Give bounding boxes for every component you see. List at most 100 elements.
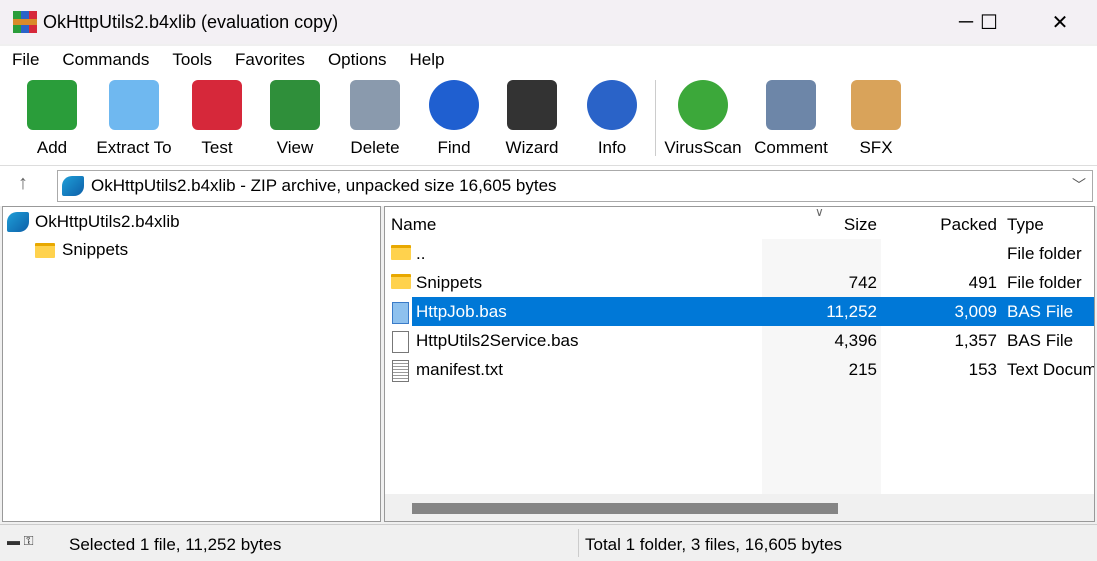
text-file-icon xyxy=(392,360,409,382)
tree-item-label: OkHttpUtils2.b4xlib xyxy=(35,212,180,231)
file-name: Snippets xyxy=(416,273,483,292)
toolbar-add-button[interactable]: Add xyxy=(10,80,94,158)
menu-help[interactable]: Help xyxy=(398,46,456,74)
folder-tree: OkHttpUtils2.b4xlib Snippets xyxy=(2,206,381,522)
toolbar-extract-to-button[interactable]: Extract To xyxy=(92,80,176,158)
table-row[interactable]: .. File folder xyxy=(385,239,1094,268)
toolbar-label: Find xyxy=(437,138,471,157)
file-packed: 153 xyxy=(968,360,997,379)
toolbar-virusscan-button[interactable]: VirusScan xyxy=(661,80,745,158)
toolbar-info-button[interactable]: Info xyxy=(570,80,654,158)
virus-scan-icon xyxy=(678,80,728,130)
tree-item-snippets[interactable]: Snippets xyxy=(35,237,128,263)
file-type: Text Document xyxy=(1007,360,1094,379)
maximize-button[interactable]: ☐ xyxy=(966,0,1012,44)
up-folder-icon[interactable]: ↑ xyxy=(18,172,28,195)
status-divider xyxy=(578,529,579,557)
window-title: OkHttpUtils2.b4xlib (evaluation copy) xyxy=(43,11,339,32)
file-type: BAS File xyxy=(1007,302,1074,321)
toolbar-find-button[interactable]: Find xyxy=(412,80,496,158)
toolbar-label: View xyxy=(276,138,314,157)
list-header: Name ∨ Size Packed Type xyxy=(385,206,1094,239)
table-row[interactable]: Snippets 742 491 File folder xyxy=(385,268,1094,297)
status-total: Total 1 folder, 3 files, 16,605 bytes xyxy=(585,535,843,554)
address-text: OkHttpUtils2.b4xlib - ZIP archive, unpac… xyxy=(91,176,557,195)
info-icon xyxy=(587,80,637,130)
test-clipboard-icon xyxy=(192,80,242,130)
status-selection: Selected 1 file, 11,252 bytes xyxy=(69,535,282,554)
horizontal-scrollbar[interactable] xyxy=(385,494,1094,521)
sort-chevron-icon: ∨ xyxy=(815,206,824,219)
toolbar-label: Test xyxy=(201,138,233,157)
file-packed: 1,357 xyxy=(954,331,997,350)
chevron-down-icon[interactable]: ﹀ xyxy=(1072,175,1086,195)
folder-icon xyxy=(35,242,55,258)
column-header-packed[interactable]: Packed xyxy=(940,215,997,235)
column-header-name[interactable]: Name xyxy=(391,215,436,235)
address-bar[interactable]: OkHttpUtils2.b4xlib - ZIP archive, unpac… xyxy=(57,170,1093,202)
menu-tools[interactable]: Tools xyxy=(160,46,223,74)
sfx-box-icon xyxy=(851,80,901,130)
winrar-app-icon xyxy=(13,11,37,33)
column-header-size[interactable]: Size xyxy=(844,215,877,235)
file-name: manifest.txt xyxy=(416,360,503,379)
address-row: ↑ OkHttpUtils2.b4xlib - ZIP archive, unp… xyxy=(0,166,1097,206)
toolbar-delete-button[interactable]: Delete xyxy=(333,80,417,158)
toolbar: Add Extract To Test View Delete Find Wizard Inf… xyxy=(0,74,1097,166)
column-header-type[interactable]: Type xyxy=(1007,215,1044,235)
status-bar: ▬ ⚿ Selected 1 file, 11,252 bytes Total … xyxy=(0,524,1097,561)
scrollbar-thumb[interactable] xyxy=(412,503,838,514)
table-row[interactable]: manifest.txt 215 153 Text Document xyxy=(385,355,1094,384)
view-book-icon xyxy=(270,80,320,130)
close-button[interactable]: ✕ xyxy=(1037,0,1083,44)
file-name: .. xyxy=(416,244,426,263)
archive-icon xyxy=(7,212,29,232)
toolbar-separator xyxy=(655,80,656,156)
file-size: 215 xyxy=(848,360,877,379)
file-type: File folder xyxy=(1007,244,1082,263)
toolbar-label: Wizard xyxy=(505,138,559,157)
menu-bar: File Commands Tools Favorites Options He… xyxy=(0,46,1097,74)
magnifier-icon xyxy=(429,80,479,130)
toolbar-label: Delete xyxy=(350,138,400,157)
lock-key-icon: ▬ ⚿ xyxy=(7,533,34,548)
file-size: 11,252 xyxy=(826,302,877,321)
menu-commands[interactable]: Commands xyxy=(50,46,160,74)
tree-item-label: Snippets xyxy=(62,240,129,259)
toolbar-label: VirusScan xyxy=(664,138,742,157)
extract-folder-icon xyxy=(109,80,159,130)
file-icon xyxy=(392,331,409,353)
menu-favorites[interactable]: Favorites xyxy=(223,46,316,74)
add-archive-icon xyxy=(27,80,77,130)
toolbar-label: Extract To xyxy=(96,138,172,157)
menu-file[interactable]: File xyxy=(0,46,50,74)
toolbar-comment-button[interactable]: Comment xyxy=(749,80,833,158)
file-packed: 491 xyxy=(968,273,997,292)
table-row[interactable]: HttpUtils2Service.bas 4,396 1,357 BAS File xyxy=(385,326,1094,355)
file-icon xyxy=(392,302,409,324)
trash-icon xyxy=(350,80,400,130)
file-name: HttpJob.bas xyxy=(416,302,507,321)
magic-wand-icon xyxy=(507,80,557,130)
folder-icon xyxy=(391,274,411,289)
toolbar-label: Info xyxy=(597,138,627,157)
file-size: 742 xyxy=(848,273,877,292)
file-type: File folder xyxy=(1007,273,1082,292)
toolbar-label: Comment xyxy=(754,138,828,157)
toolbar-label: Add xyxy=(36,138,68,157)
toolbar-label: SFX xyxy=(859,138,893,157)
title-bar: OkHttpUtils2.b4xlib (evaluation copy) xyxy=(0,0,1097,44)
toolbar-wizard-button[interactable]: Wizard xyxy=(490,80,574,158)
comment-icon xyxy=(766,80,816,130)
toolbar-sfx-button[interactable]: SFX xyxy=(834,80,918,158)
folder-icon xyxy=(391,245,411,260)
tree-item-root[interactable]: OkHttpUtils2.b4xlib xyxy=(7,209,180,235)
file-size: 4,396 xyxy=(834,331,877,350)
table-row[interactable]: HttpJob.bas 11,252 3,009 BAS File xyxy=(385,297,1094,326)
file-list: Name ∨ Size Packed Type .. File folder Sni… xyxy=(384,206,1095,522)
archive-icon xyxy=(62,176,84,196)
menu-options[interactable]: Options xyxy=(316,46,398,74)
toolbar-view-button[interactable]: View xyxy=(253,80,337,158)
file-name: HttpUtils2Service.bas xyxy=(416,331,579,350)
toolbar-test-button[interactable]: Test xyxy=(175,80,259,158)
